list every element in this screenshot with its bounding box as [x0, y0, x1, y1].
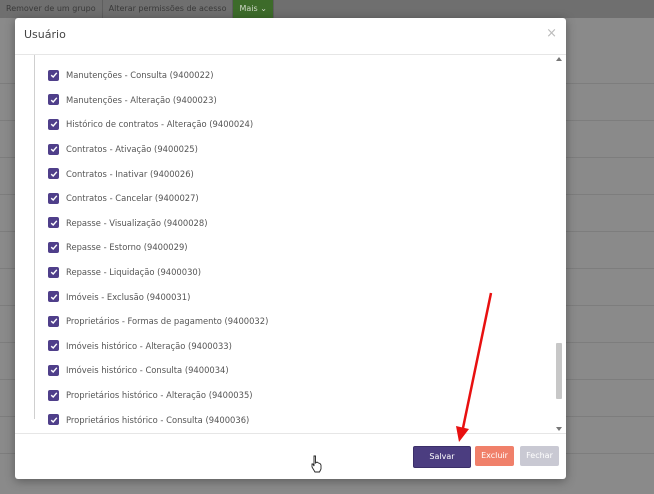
hand-cursor-icon	[311, 455, 322, 473]
annotation-arrow-icon	[456, 292, 493, 442]
